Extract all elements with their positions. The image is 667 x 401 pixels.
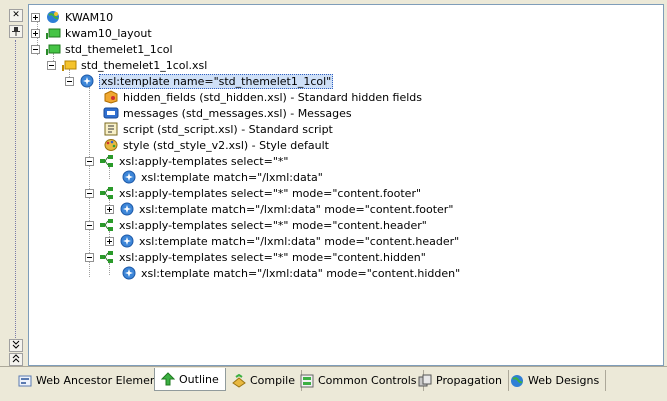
tree-item-label: std_themelet1_1col.xsl [81,58,208,72]
tab-outline[interactable]: Outline [154,368,226,391]
tree-item-hidden-fields[interactable]: hidden_fields (std_hidden.xsl) - Standar… [103,89,422,105]
collapse-down-icon[interactable] [9,353,23,366]
tree-item-template-match[interactable]: xsl:template match="/lxml:data" mode="co… [105,233,459,249]
tree-item-template-root[interactable]: xsl:template name="std_themelet1_1col" [65,73,334,89]
collapse-icon[interactable] [85,156,94,166]
hidden-fields-icon [103,90,119,104]
tree-item-kwam10-layout[interactable]: kwam10_layout [31,25,152,41]
tab-web-designs[interactable]: Web Designs [504,370,607,391]
tree-item-themelet-xsl[interactable]: std_themelet1_1col.xsl [47,57,207,73]
tree-item-apply-templates[interactable]: xsl:apply-templates select="*" mode="con… [85,217,427,233]
tree-item-label: style (std_style_v2.xsl) - Style default [123,138,329,152]
side-toolbar: ✕ [0,0,28,366]
tree-item-label: xsl:template match="/lxml:data" mode="co… [139,202,454,216]
compile-icon [232,373,246,388]
apply-templates-icon [99,186,115,200]
tab-common-controls[interactable]: Common Controls [294,370,424,391]
expand-icon[interactable] [31,12,40,22]
ancestor-elements-icon [18,374,32,388]
tree-item-label: std_themelet1_1col [65,42,173,56]
apply-templates-icon [99,250,115,264]
tab-label: Web Ancestor Elements [36,374,167,387]
tab-label: Outline [179,372,219,386]
outline-arrow-icon [160,372,176,386]
tab-label: Common Controls [318,374,417,387]
tree-item-label: xsl:apply-templates select="*" mode="con… [119,186,422,200]
tree-item-style[interactable]: style (std_style_v2.xsl) - Style default [103,137,329,153]
expand-icon[interactable] [105,236,114,246]
tree-item-label: xsl:template match="/lxml:data" mode="co… [141,266,461,280]
pin-icon[interactable] [9,25,23,38]
common-controls-icon [300,374,314,388]
tree-item-template-match[interactable]: xsl:template match="/lxml:data" mode="co… [105,201,453,217]
tree-item-template-match[interactable]: xsl:template match="/lxml:data" mode="co… [121,265,460,281]
tab-label: Compile [250,374,295,387]
splitter-line [15,40,16,340]
collapse-icon[interactable] [65,76,74,86]
collapse-icon[interactable] [85,188,94,198]
globe-icon [510,374,524,388]
expand-icon[interactable] [31,28,40,38]
tree-item-label: kwam10_layout [65,26,152,40]
propagation-icon [418,374,432,388]
expand-icon[interactable] [105,204,114,214]
tree-item-std-themelet[interactable]: std_themelet1_1col [31,41,173,57]
tree-item-apply-templates[interactable]: xsl:apply-templates select="*" mode="con… [85,249,426,265]
style-palette-icon [103,138,119,152]
tree-item-kwam10[interactable]: KWAM10 [31,9,113,25]
template-icon [119,202,135,216]
tab-label: Propagation [436,374,502,387]
script-icon [103,122,119,136]
layout-icon [45,42,61,56]
apply-templates-icon [99,154,115,168]
close-icon[interactable]: ✕ [9,9,23,22]
apply-templates-icon [99,218,115,232]
tab-label: Web Designs [528,374,600,387]
tab-propagation[interactable]: Propagation [412,370,509,391]
tree-item-label: xsl:apply-templates select="*" mode="con… [119,250,426,264]
bottom-tab-bar: Web Ancestor Elements Outline Compile Co… [0,366,667,401]
tab-compile[interactable]: Compile [226,370,302,391]
tree-item-label: script (std_script.xsl) - Standard scrip… [123,122,333,136]
outline-tree-panel: KWAM10 kwam10_layout std_themelet1_1col … [28,4,664,366]
collapse-icon[interactable] [85,252,94,262]
tree-item-label: xsl:template match="/lxml:data" mode="co… [139,234,460,248]
template-icon [121,170,137,184]
tree-item-label: hidden_fields (std_hidden.xsl) - Standar… [123,90,423,104]
messages-icon [103,106,119,120]
tree-item-label: messages (std_messages.xsl) - Messages [123,106,352,120]
tree-item-label: xsl:apply-templates select="*" mode="con… [119,218,427,232]
collapse-icon[interactable] [85,220,94,230]
tree-item-label: xsl:apply-templates select="*" [119,154,289,168]
tree-item-template-match[interactable]: xsl:template match="/lxml:data" [121,169,323,185]
collapse-icon[interactable] [31,44,40,54]
tree-item-apply-templates[interactable]: xsl:apply-templates select="*" mode="con… [85,185,421,201]
tree-item-apply-templates[interactable]: xsl:apply-templates select="*" [85,153,288,169]
tree-item-label: xsl:template name="std_themelet1_1col" [99,73,334,89]
collapse-icon[interactable] [47,60,56,70]
tree-item-label: xsl:template match="/lxml:data" [141,170,323,184]
tab-web-ancestor-elements[interactable]: Web Ancestor Elements [12,370,174,391]
collapse-up-icon[interactable] [9,339,23,352]
globe-icon [45,10,61,24]
layout-icon [45,26,61,40]
template-icon [79,74,95,88]
tree-item-label: KWAM10 [65,10,114,24]
tree-item-messages[interactable]: messages (std_messages.xsl) - Messages [103,105,352,121]
xsl-file-icon [61,58,77,72]
template-icon [121,266,137,280]
tree-item-script[interactable]: script (std_script.xsl) - Standard scrip… [103,121,333,137]
template-icon [119,234,135,248]
